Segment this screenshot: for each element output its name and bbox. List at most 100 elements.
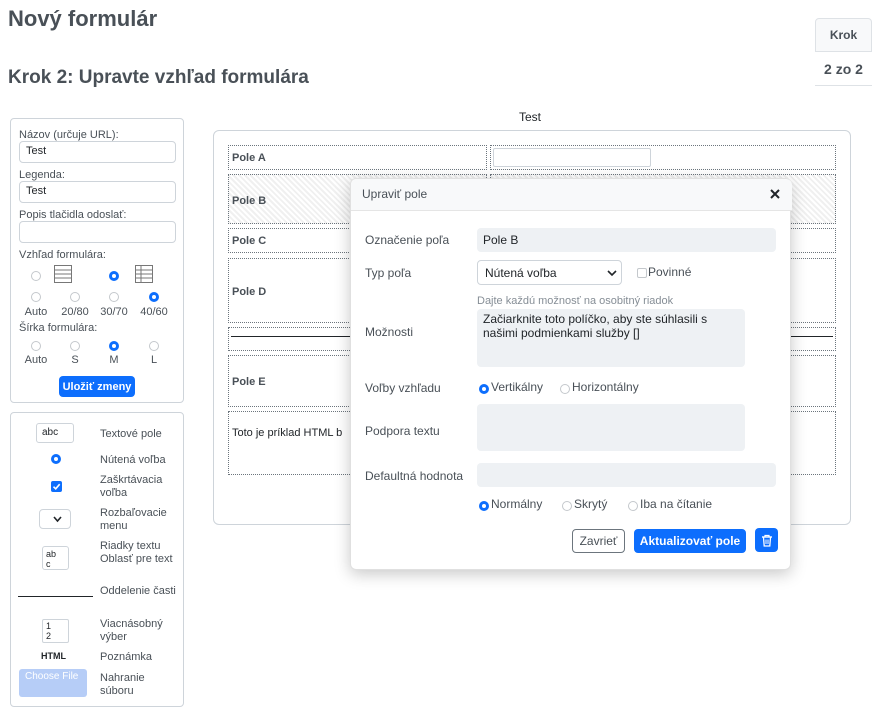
look-radio-30-70[interactable]	[109, 292, 119, 302]
html-row-text: Toto je príklad HTML b	[232, 427, 343, 439]
dropdown-tool[interactable]	[39, 509, 71, 529]
page-title: Nový formulár	[8, 6, 158, 31]
layout-grid-icon	[135, 265, 153, 283]
trash-icon	[761, 534, 772, 547]
tool-label-radio: Nútená voľba	[100, 454, 166, 466]
layout-radio-1[interactable]	[31, 271, 41, 281]
tool-label-dropdown: Rozbaľovacie menu	[100, 507, 167, 532]
width-radio-s[interactable]	[70, 341, 80, 351]
field-type-label: Typ poľa	[365, 266, 412, 280]
save-button[interactable]: Uložiť zmeny	[59, 376, 135, 397]
help-text-textarea[interactable]	[477, 404, 745, 451]
default-value-input[interactable]	[477, 463, 776, 487]
toolbox-panel: abc Textové pole Nútená voľba Zaškrtávac…	[10, 412, 184, 707]
width-option-m: M	[109, 354, 119, 366]
row-e-label: Pole E	[232, 376, 266, 388]
settings-panel: Názov (určuje URL): Test Legenda: Test P…	[10, 118, 184, 403]
width-radio-l[interactable]	[149, 341, 159, 351]
field-type-value: Nútená voľba	[485, 266, 557, 280]
width-radio-m[interactable]	[109, 341, 119, 351]
multiselect-tool[interactable]: 1 2	[42, 619, 69, 643]
state-normal-label: Normálny	[491, 497, 543, 511]
tool-label-file: Nahranie súboru	[100, 672, 145, 697]
look-radio-20-80[interactable]	[70, 292, 80, 302]
width-label: Šírka formulára:	[19, 322, 98, 334]
update-field-button[interactable]: Aktualizovať pole	[634, 529, 746, 553]
layout-horizontal-radio[interactable]	[560, 384, 570, 394]
options-hint: Dajte každú možnosť na osobitný riadok	[477, 295, 674, 307]
tool-label-textarea: Riadky textu Oblasť pre text	[100, 540, 173, 565]
width-radio-auto[interactable]	[31, 341, 41, 351]
tool-label-multiselect: Viacnásobný výber	[100, 618, 163, 643]
row-a-input-cell[interactable]	[490, 145, 836, 170]
width-option-s: S	[71, 354, 79, 366]
state-normal-radio[interactable]	[479, 501, 489, 511]
submit-desc-label: Popis tlačidla odoslať:	[19, 209, 127, 221]
delete-button[interactable]	[755, 528, 778, 552]
modal-header: Upraviť pole	[351, 179, 792, 211]
field-type-select[interactable]: Nútená voľba	[477, 260, 622, 285]
layout-vertical-label: Vertikálny	[491, 380, 544, 394]
help-text-label: Podpora textu	[365, 424, 440, 438]
state-readonly-label: Iba na čítanie	[640, 497, 713, 511]
look-option-30-70: 30/70	[100, 306, 128, 318]
modal-title: Upraviť pole	[362, 187, 428, 201]
state-hidden-radio[interactable]	[562, 501, 572, 511]
look-option-40-60: 40/60	[140, 306, 168, 318]
step-value: 2 zo 2	[815, 52, 872, 86]
look-radio-auto[interactable]	[31, 292, 41, 302]
checkbox-tool[interactable]	[51, 481, 62, 492]
layout-horizontal-label: Horizontálny	[572, 380, 639, 394]
row-a-input[interactable]	[493, 148, 651, 167]
row-c-label: Pole C	[232, 235, 267, 247]
close-button[interactable]: Zavrieť	[572, 529, 625, 553]
options-textarea[interactable]: Začiarknite toto políčko, aby ste súhlas…	[477, 309, 745, 367]
row-a-label-cell[interactable]: Pole A	[228, 145, 487, 170]
tool-label-text: Textové pole	[100, 428, 162, 440]
look-option-20-80: 20/80	[61, 306, 89, 318]
layout-label: Voľby vzhľadu	[365, 381, 441, 395]
name-input[interactable]: Test	[19, 141, 176, 163]
submit-desc-input[interactable]	[19, 221, 176, 243]
edit-field-modal: Upraviť pole Označenie poľa Pole B Typ p…	[350, 178, 792, 570]
name-label: Názov (určuje URL):	[19, 129, 119, 141]
tool-label-separator: Oddelenie časti	[100, 585, 176, 597]
look-label: Vzhľad formulára:	[19, 249, 106, 261]
legend-label: Legenda:	[19, 169, 65, 181]
look-radio-40-60[interactable]	[149, 292, 159, 302]
required-label: Povinné	[648, 265, 692, 279]
default-value-label: Defaultná hodnota	[365, 469, 464, 483]
textarea-tool[interactable]: ab c	[42, 546, 69, 570]
legend-input[interactable]: Test	[19, 181, 176, 203]
layout-vertical-radio[interactable]	[479, 384, 489, 394]
multiselect-option-2: 2	[46, 631, 52, 641]
preview-legend: Test	[518, 110, 541, 124]
tool-label-checkbox: Zaškrtávacia voľba	[100, 474, 163, 499]
layout-radio-2[interactable]	[109, 271, 119, 281]
width-option-auto: Auto	[24, 354, 48, 366]
row-b-label: Pole B	[232, 195, 267, 207]
chevron-down-icon	[607, 270, 617, 277]
look-option-auto: Auto	[24, 306, 48, 318]
text-field-tool[interactable]: abc	[36, 423, 74, 443]
tool-label-note: Poznámka	[100, 651, 152, 663]
radio-tool[interactable]	[51, 454, 61, 464]
file-upload-tool[interactable]: Choose File	[19, 669, 87, 697]
width-option-l: L	[150, 354, 158, 366]
separator-tool[interactable]	[18, 596, 93, 597]
multiselect-option-1: 1	[46, 621, 52, 631]
row-d-label: Pole D	[232, 286, 267, 298]
field-label-input[interactable]: Pole B	[477, 228, 776, 252]
state-hidden-label: Skrytý	[574, 497, 608, 511]
close-icon[interactable]	[770, 189, 780, 199]
layout-table-icon	[54, 265, 72, 283]
step-label: Krok	[815, 18, 872, 52]
row-a-label: Pole A	[232, 152, 266, 164]
html-note-tool[interactable]: HTML	[41, 651, 66, 661]
required-checkbox[interactable]	[637, 268, 647, 278]
page-subtitle: Krok 2: Upravte vzhľad formulára	[8, 67, 309, 88]
chevron-down-icon	[53, 516, 62, 523]
options-label: Možnosti	[365, 325, 414, 339]
field-label-label: Označenie poľa	[365, 233, 450, 247]
state-readonly-radio[interactable]	[628, 501, 638, 511]
